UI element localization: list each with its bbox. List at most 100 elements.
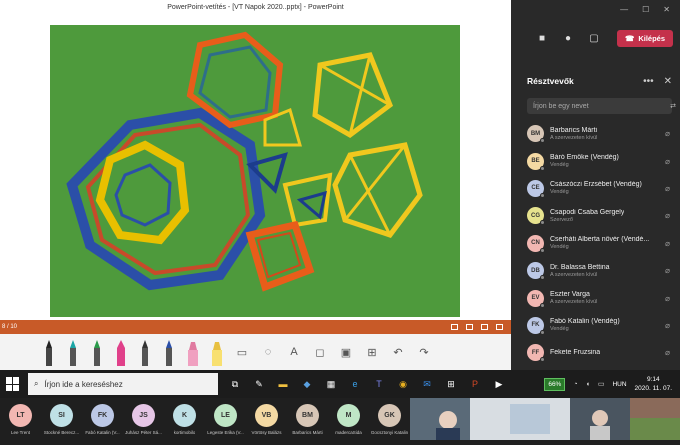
participant-row[interactable]: FK Fabó Katalin (Vendég) Vendég ⌀ [527, 312, 680, 339]
leave-button[interactable]: ☎ Kilépés [617, 29, 674, 47]
windows-taskbar: ⌕ Írjon ide a kereséshez ⧉ ✎ ▬ ◆ ▦ e T ◉… [0, 370, 680, 398]
avatar-initials: CE [531, 185, 540, 192]
participant-video-1[interactable] [410, 398, 470, 440]
edge-browser-icon[interactable]: e [348, 377, 362, 391]
language-indicator[interactable]: HUN [612, 381, 626, 388]
microphone-icon[interactable]: ● [561, 32, 575, 44]
clock[interactable]: 9:14 2020. 11. 07. [635, 375, 672, 393]
teal-pen-icon[interactable] [64, 338, 82, 366]
participant-name: Csapodi Csaba Gergely [550, 208, 625, 216]
date: 2020. 11. 07. [634, 385, 672, 392]
video-tile[interactable]: K kortimobilo [164, 398, 205, 440]
participant-row[interactable]: FF Fekete Fruzsina ⌀ [527, 339, 680, 366]
mail-app-icon[interactable]: ✉ [420, 377, 434, 391]
notification-icon[interactable]: ▭ [598, 380, 605, 388]
participant-row[interactable]: CE Császóczi Erzsébet (Vendég) Vendég ⌀ [527, 175, 680, 202]
camera-icon[interactable]: ■ [535, 32, 549, 44]
video-tile[interactable]: GK Gocsztonyi Katalin [369, 398, 410, 440]
task-view-icon[interactable]: ⧉ [228, 377, 242, 391]
video-tile-name: madercaSida [335, 430, 362, 435]
maximize-icon[interactable]: ☐ [642, 5, 649, 14]
video-tile[interactable]: FK Fabó Katalin (V... [82, 398, 123, 440]
powerpoint-app-icon[interactable]: P [468, 377, 482, 391]
slide-photo [50, 25, 460, 317]
participant-row[interactable]: EV Eszter Varga A szervezeten kívül ⌀ [527, 284, 680, 311]
minimize-icon[interactable]: — [620, 5, 628, 14]
redo-icon[interactable]: ↷ [414, 338, 434, 366]
participant-video-2[interactable] [470, 398, 570, 440]
green-pen-icon[interactable] [88, 338, 106, 366]
video-tile[interactable]: LE Legeste Erika (V... [205, 398, 246, 440]
avatar-initials: FF [531, 349, 540, 356]
text-tool-icon[interactable]: A [284, 338, 304, 366]
slideshow-icon[interactable] [496, 324, 503, 330]
video-tile[interactable]: JS Juhász Péter Sá... [123, 398, 164, 440]
avatar: CG [527, 207, 545, 226]
video-tile[interactable]: BM Barbarics Márti [287, 398, 328, 440]
start-button-icon[interactable] [6, 377, 20, 391]
video-tile[interactable]: M madercaSida [328, 398, 369, 440]
avatar: DB [527, 262, 545, 281]
participant-row[interactable]: CN Cserháti Alberta nővér (Vendé... Vend… [527, 230, 680, 257]
file-explorer-icon[interactable]: ▬ [276, 377, 290, 391]
undo-icon[interactable]: ↶ [388, 338, 408, 366]
close-panel-icon[interactable]: ✕ [664, 76, 672, 87]
video-tile[interactable]: SI Stockné Berecz... [41, 398, 82, 440]
chrome-browser-icon[interactable]: ◉ [396, 377, 410, 391]
dark-pen-icon[interactable] [136, 338, 154, 366]
pink-pen-icon[interactable] [112, 338, 130, 366]
avatar: LT [9, 404, 32, 427]
share-invite-icon[interactable]: ⇄ [670, 102, 676, 110]
more-options-icon[interactable]: ••• [643, 76, 654, 87]
image-icon[interactable]: ▣ [336, 338, 356, 366]
close-icon[interactable]: ✕ [663, 5, 670, 14]
participant-name: Eszter Varga [550, 291, 590, 299]
video-app-icon[interactable]: ▶ [492, 377, 506, 391]
network-icon[interactable]: ◔ [573, 381, 577, 388]
muted-mic-icon: ⌀ [665, 156, 670, 166]
ppt-title-bar: PowerPoint-vetítés - [VT Napok 2020..ppt… [0, 0, 511, 15]
highlighter-icon[interactable] [184, 338, 202, 366]
share-screen-icon[interactable]: ▢ [587, 32, 601, 44]
presence-dot [540, 138, 545, 144]
participant-search-input[interactable]: Írjon be egy nevet ⇄ [527, 98, 676, 114]
blue-pen-icon[interactable] [160, 338, 178, 366]
ruler-icon[interactable]: ▭ [232, 338, 252, 366]
video-tile[interactable]: LT Lee Trent [0, 398, 41, 440]
slide-area[interactable] [0, 15, 511, 320]
participant-role: Vendég [550, 189, 569, 196]
photos-app-icon[interactable]: ◆ [300, 377, 314, 391]
participant-video-4[interactable] [630, 398, 680, 440]
video-tile-name: Juhász Péter Sá... [125, 430, 162, 435]
pen-app-icon[interactable]: ✎ [252, 377, 266, 391]
volume-icon[interactable]: ◖ [586, 381, 590, 388]
lasso-icon[interactable]: ◌ [258, 338, 278, 366]
black-pen-icon[interactable] [40, 338, 58, 366]
video-tile[interactable]: VB Vörtösy Balázs [246, 398, 287, 440]
avatar-initials: FK [531, 322, 540, 329]
video-tile-name: Lee Trent [10, 430, 30, 435]
participant-row[interactable]: BE Báró Emőke (Vendég) Vendég ⌀ [527, 147, 680, 174]
video-tile-name: kortimobilo [173, 430, 196, 435]
participant-role: Szervező [550, 216, 573, 223]
avatar: BM [527, 125, 545, 144]
participant-row[interactable]: CG Csapodi Csaba Gergely Szervező ⌀ [527, 202, 680, 229]
slide-sorter-icon[interactable] [466, 324, 473, 330]
participant-row[interactable]: BM Barbarics Márti A szervezeten kívül ⌀ [527, 120, 680, 147]
store-app-icon[interactable]: ⊞ [444, 377, 458, 391]
normal-view-icon[interactable] [451, 324, 458, 330]
participant-video-3[interactable] [570, 398, 630, 440]
avatar: M [337, 404, 360, 427]
participant-row[interactable]: DB Dr. Balassa Bettina A szervezeten kív… [527, 257, 680, 284]
presence-dot [540, 302, 545, 308]
polyhedra-photo-illustration [50, 25, 460, 317]
teams-app-icon[interactable]: T [372, 377, 386, 391]
add-icon[interactable]: ⊞ [362, 338, 382, 366]
shape-icon[interactable]: ◻ [310, 338, 330, 366]
reading-view-icon[interactable] [481, 324, 488, 330]
avatar-initials: BM [530, 130, 541, 137]
taskbar-search-input[interactable]: ⌕ Írjon ide a kereséshez [28, 373, 218, 395]
calculator-icon[interactable]: ▦ [324, 377, 338, 391]
yellow-highlighter-icon[interactable] [208, 338, 226, 366]
battery-indicator[interactable]: 66% [544, 377, 566, 391]
